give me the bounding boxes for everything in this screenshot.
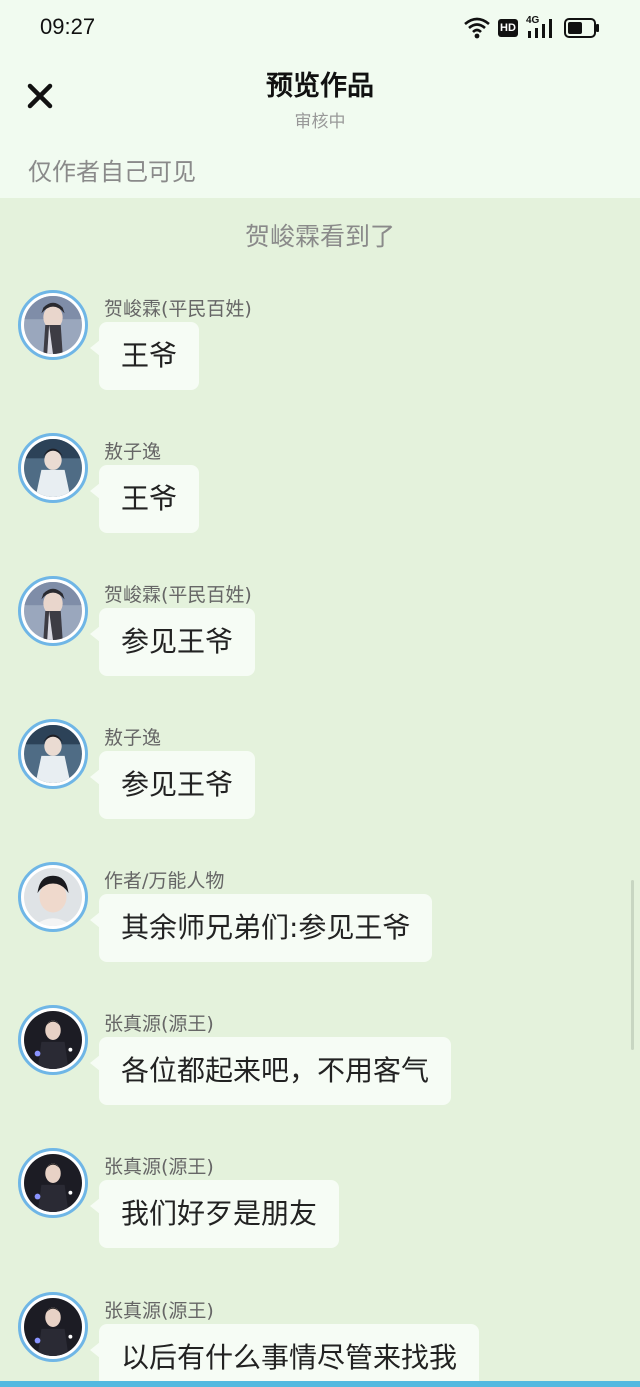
message-bubble[interactable]: 王爷	[89, 465, 200, 533]
review-status: 审核中	[294, 112, 346, 132]
sender-name: 张真源(源王)	[104, 1300, 214, 1322]
avatar[interactable]	[18, 1148, 88, 1218]
avatar-author-icon	[24, 868, 82, 926]
wifi-icon	[464, 17, 490, 39]
avatar-hejunlin-icon	[24, 296, 82, 354]
avatar-aoziyi-icon	[24, 725, 82, 783]
avatar[interactable]	[18, 576, 88, 646]
chat-message: 贺峻霖(平民百姓) 参见王爷	[0, 576, 640, 696]
avatar[interactable]	[18, 290, 88, 360]
message-bubble[interactable]: 各位都起来吧，不用客气	[89, 1037, 452, 1105]
visibility-note: 仅作者自己可见	[28, 158, 196, 186]
sender-name: 贺峻霖(平民百姓)	[104, 584, 252, 606]
home-indicator	[0, 1381, 640, 1387]
page-title: 预览作品	[266, 71, 374, 102]
sender-name: 敖子逸	[104, 441, 162, 463]
chat-message: 作者/万能人物 其余师兄弟们:参见王爷	[0, 862, 640, 982]
avatar-aoziyi-icon	[24, 439, 82, 497]
avatar[interactable]	[18, 719, 88, 789]
chat-message: 敖子逸 参见王爷	[0, 719, 640, 839]
chat-message: 张真源(源王) 各位都起来吧，不用客气	[0, 1005, 640, 1125]
chat-message: 贺峻霖(平民百姓) 王爷	[0, 290, 640, 410]
battery-icon	[564, 18, 600, 38]
avatar-hejunlin-icon	[24, 582, 82, 640]
avatar-zhangzhenyuan-icon	[24, 1298, 82, 1356]
sender-name: 敖子逸	[104, 727, 162, 749]
message-bubble[interactable]: 我们好歹是朋友	[89, 1180, 340, 1248]
avatar[interactable]	[18, 433, 88, 503]
sender-name: 张真源(源王)	[104, 1013, 214, 1035]
message-bubble[interactable]: 以后有什么事情尽管来找我	[89, 1324, 480, 1381]
avatar-zhangzhenyuan-icon	[24, 1011, 82, 1069]
avatar[interactable]	[18, 1005, 88, 1075]
status-icons: HD 4G	[464, 15, 600, 41]
chat-message: 敖子逸 王爷	[0, 433, 640, 553]
sender-name: 贺峻霖(平民百姓)	[104, 298, 252, 320]
hd-icon: HD	[498, 19, 518, 37]
avatar-zhangzhenyuan-icon	[24, 1154, 82, 1212]
message-bubble[interactable]: 王爷	[89, 322, 200, 390]
sender-name: 作者/万能人物	[104, 870, 225, 892]
scrollbar-thumb[interactable]	[631, 880, 634, 1050]
status-bar: 09:27 HD 4G	[0, 0, 640, 56]
message-bubble[interactable]: 参见王爷	[89, 751, 256, 819]
avatar[interactable]	[18, 862, 88, 932]
seen-notice: 贺峻霖看到了	[244, 222, 395, 251]
signal-4g-icon: 4G	[526, 15, 556, 39]
sender-name: 张真源(源王)	[104, 1156, 214, 1178]
message-bubble[interactable]: 其余师兄弟们:参见王爷	[89, 894, 433, 962]
top-header-area: 09:27 HD 4G 预览作品 审核中 仅作者自己可见	[0, 0, 640, 198]
avatar[interactable]	[18, 1292, 88, 1362]
chat-message: 张真源(源王) 以后有什么事情尽管来找我	[0, 1292, 640, 1381]
status-time: 09:27	[40, 14, 96, 39]
chat-message: 张真源(源王) 我们好歹是朋友	[0, 1148, 640, 1268]
message-bubble[interactable]: 参见王爷	[89, 608, 256, 676]
